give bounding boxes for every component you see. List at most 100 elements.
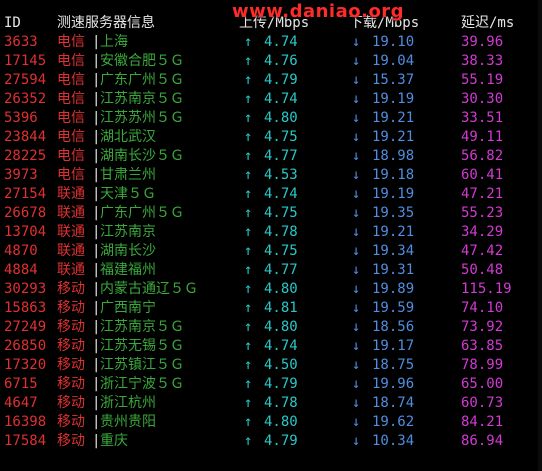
table-row: 13704 联通 | 江苏南京 ↑ 4.78 ↓ 19.21 34.29 — [0, 223, 542, 242]
upload-arrow-icon: ↑ — [244, 376, 253, 392]
download-value: 18.74 — [372, 395, 415, 411]
server-id: 3633 — [4, 34, 38, 50]
latency-value: 30.30 — [461, 91, 504, 107]
latency-value: 86.94 — [461, 433, 504, 449]
location-label: 上海 — [100, 34, 128, 50]
table-row: 26850 移动 | 江苏无锡５Ｇ ↑ 4.74 ↓ 19.17 63.85 — [0, 337, 542, 356]
server-id: 17145 — [4, 53, 47, 69]
server-id: 26850 — [4, 338, 47, 354]
table-row: 23844 电信 | 湖北武汉 ↑ 4.75 ↓ 19.21 49.11 — [0, 128, 542, 147]
download-value: 19.17 — [372, 338, 415, 354]
table-row: 27249 移动 | 江苏南京５Ｇ ↑ 4.80 ↓ 18.56 73.92 — [0, 318, 542, 337]
server-id: 17320 — [4, 357, 47, 373]
upload-value: 4.77 — [264, 262, 298, 278]
isp-label: 移动 — [57, 433, 85, 449]
upload-value: 4.53 — [264, 167, 298, 183]
isp-label: 电信 — [57, 91, 85, 107]
latency-value: 63.85 — [461, 338, 504, 354]
scrollbar[interactable] — [538, 0, 542, 471]
download-value: 19.04 — [372, 53, 415, 69]
upload-value: 4.75 — [264, 205, 298, 221]
location-label: 湖北武汉 — [100, 129, 156, 145]
server-id: 26352 — [4, 91, 47, 107]
table-row: 4884 联通 | 福建福州 ↑ 4.77 ↓ 19.31 50.48 — [0, 261, 542, 280]
isp-label: 电信 — [57, 129, 85, 145]
download-arrow-icon: ↓ — [352, 281, 361, 297]
download-value: 18.75 — [372, 357, 415, 373]
upload-value: 4.81 — [264, 300, 298, 316]
download-arrow-icon: ↓ — [352, 224, 361, 240]
download-value: 19.21 — [372, 224, 415, 240]
table-row: 4870 联通 | 湖南长沙 ↑ 4.75 ↓ 19.34 47.42 — [0, 242, 542, 261]
isp-label: 电信 — [57, 53, 85, 69]
download-value: 19.89 — [372, 281, 415, 297]
location-label: 甘肃兰州 — [100, 167, 156, 183]
download-value: 19.18 — [372, 167, 415, 183]
latency-value: 84.21 — [461, 414, 504, 430]
location-label: 天津５Ｇ — [100, 186, 156, 202]
server-id: 5396 — [4, 110, 38, 126]
server-id: 17584 — [4, 433, 47, 449]
download-value: 19.96 — [372, 376, 415, 392]
table-row: 4647 移动 | 浙江杭州 ↑ 4.78 ↓ 18.74 60.73 — [0, 394, 542, 413]
table-row: 3973 电信 | 甘肃兰州 ↑ 4.53 ↓ 19.18 60.41 — [0, 166, 542, 185]
latency-value: 38.33 — [461, 53, 504, 69]
upload-arrow-icon: ↑ — [244, 186, 253, 202]
upload-value: 4.78 — [264, 395, 298, 411]
isp-label: 联通 — [57, 186, 85, 202]
table-row: 28225 电信 | 湖南长沙５Ｇ ↑ 4.77 ↓ 18.98 56.82 — [0, 147, 542, 166]
upload-arrow-icon: ↑ — [244, 433, 253, 449]
table-row: 26678 联通 | 广东广州５Ｇ ↑ 4.75 ↓ 19.35 55.23 — [0, 204, 542, 223]
isp-label: 联通 — [57, 262, 85, 278]
upload-value: 4.80 — [264, 414, 298, 430]
server-id: 23844 — [4, 129, 47, 145]
table-row: 6715 移动 | 浙江宁波５Ｇ ↑ 4.79 ↓ 19.96 65.00 — [0, 375, 542, 394]
download-arrow-icon: ↓ — [352, 300, 361, 316]
latency-value: 65.00 — [461, 376, 504, 392]
upload-arrow-icon: ↑ — [244, 34, 253, 50]
download-value: 15.37 — [372, 72, 415, 88]
upload-arrow-icon: ↑ — [244, 91, 253, 107]
server-id: 27249 — [4, 319, 47, 335]
upload-value: 4.75 — [264, 243, 298, 259]
location-label: 江苏苏州５Ｇ — [100, 110, 184, 126]
server-id: 27594 — [4, 72, 47, 88]
upload-value: 4.74 — [264, 338, 298, 354]
download-arrow-icon: ↓ — [352, 186, 361, 202]
upload-value: 4.74 — [264, 186, 298, 202]
isp-label: 联通 — [57, 243, 85, 259]
download-value: 19.21 — [372, 110, 415, 126]
table-row: 5396 电信 | 江苏苏州５Ｇ ↑ 4.80 ↓ 19.21 33.51 — [0, 109, 542, 128]
latency-value: 39.96 — [461, 34, 504, 50]
server-id: 27154 — [4, 186, 47, 202]
table-row: 17145 电信 | 安徽合肥５Ｇ ↑ 4.76 ↓ 19.04 38.33 — [0, 52, 542, 71]
download-arrow-icon: ↓ — [352, 319, 361, 335]
table-row: 30293 移动 | 内蒙古通辽５Ｇ ↑ 4.80 ↓ 19.89 115.19 — [0, 280, 542, 299]
download-value: 19.31 — [372, 262, 415, 278]
upload-arrow-icon: ↑ — [244, 205, 253, 221]
location-label: 福建福州 — [100, 262, 156, 278]
table-row: 27594 电信 | 广东广州５Ｇ ↑ 4.79 ↓ 15.37 55.19 — [0, 71, 542, 90]
server-id: 6715 — [4, 376, 38, 392]
location-label: 广西南宁 — [100, 300, 156, 316]
latency-value: 50.48 — [461, 262, 504, 278]
location-label: 江苏南京 — [100, 224, 156, 240]
location-label: 江苏南京５Ｇ — [100, 319, 184, 335]
upload-value: 4.76 — [264, 53, 298, 69]
download-value: 18.56 — [372, 319, 415, 335]
latency-value: 74.10 — [461, 300, 504, 316]
isp-label: 移动 — [57, 414, 85, 430]
isp-label: 移动 — [57, 281, 85, 297]
upload-arrow-icon: ↑ — [244, 148, 253, 164]
location-label: 贵州贵阳 — [100, 414, 156, 430]
isp-label: 移动 — [57, 395, 85, 411]
location-label: 安徽合肥５Ｇ — [100, 53, 184, 69]
download-arrow-icon: ↓ — [352, 243, 361, 259]
download-value: 19.34 — [372, 243, 415, 259]
upload-arrow-icon: ↑ — [244, 224, 253, 240]
server-id: 13704 — [4, 224, 47, 240]
header-latency: 延迟/ms — [461, 15, 515, 31]
upload-arrow-icon: ↑ — [244, 110, 253, 126]
server-id: 3973 — [4, 167, 38, 183]
terminal-window[interactable]: ID 测速服务器信息 上传/Mbps 下载/Mbps 延迟/ms 3633 电信 |… — [0, 0, 542, 471]
